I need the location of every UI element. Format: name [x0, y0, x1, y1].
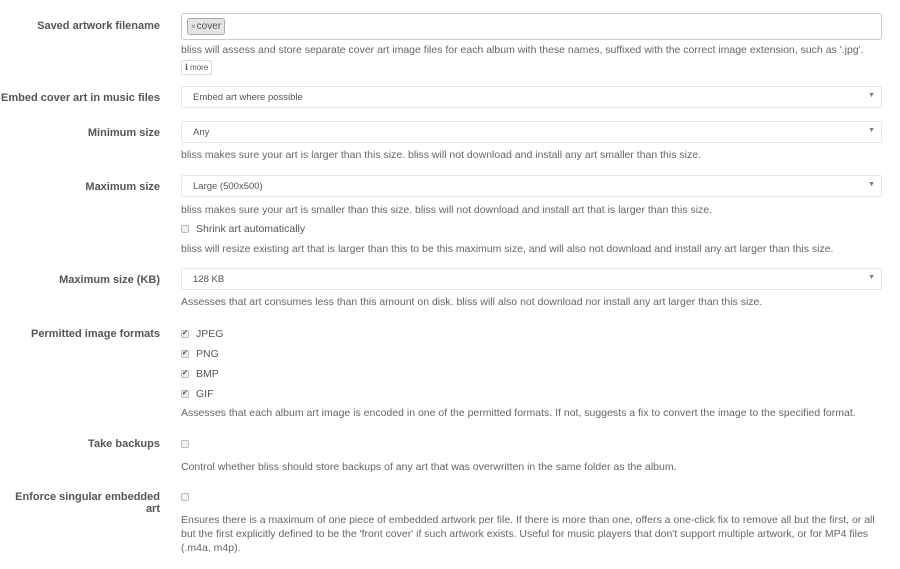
format-jpeg-label[interactable]: JPEG: [196, 328, 223, 340]
info-icon: i: [185, 62, 189, 72]
more-button[interactable]: i more: [181, 60, 213, 75]
formats-help: Assesses that each album art image is en…: [181, 407, 856, 419]
max-size-select-value: Large (500x500): [193, 181, 263, 192]
singular-help: Ensures there is a maximum of one piece …: [181, 514, 875, 554]
formats-label: Permitted image formats: [31, 328, 160, 340]
embed-select[interactable]: Embed art where possible ▼: [181, 86, 882, 108]
chevron-down-icon: ▼: [868, 181, 875, 188]
format-gif-label[interactable]: GIF: [196, 388, 214, 400]
min-size-select[interactable]: Any ▼: [181, 121, 882, 143]
format-gif-checkbox[interactable]: [181, 389, 189, 398]
filename-tag-text: cover: [196, 21, 222, 32]
shrink-art-label[interactable]: Shrink art automatically: [196, 223, 305, 235]
min-size-label: Minimum size: [87, 127, 160, 139]
format-png-checkbox[interactable]: [181, 349, 189, 358]
max-kb-label: Maximum size (KB): [59, 274, 160, 286]
chevron-down-icon: ▼: [868, 92, 875, 99]
chevron-down-icon: ▼: [868, 127, 875, 134]
saved-artwork-label: Saved artwork filename: [37, 20, 160, 32]
min-size-select-value: Any: [193, 127, 210, 138]
saved-artwork-help: bliss will assess and store separate cov…: [181, 44, 864, 56]
format-jpeg-checkbox[interactable]: [181, 329, 189, 338]
max-kb-select-value: 128 KB: [193, 274, 225, 285]
saved-artwork-filename-input[interactable]: ×cover: [181, 13, 882, 40]
backups-checkbox[interactable]: [181, 440, 189, 448]
format-png-label[interactable]: PNG: [196, 348, 219, 360]
embed-label: Embed cover art in music files: [1, 92, 160, 104]
singular-label: Enforce singular embedded art: [15, 491, 160, 515]
more-label: more: [190, 63, 209, 72]
embed-select-value: Embed art where possible: [193, 92, 303, 103]
max-size-select[interactable]: Large (500x500) ▼: [181, 175, 882, 197]
remove-tag-icon[interactable]: ×: [191, 22, 196, 31]
filename-tag: ×cover: [187, 18, 226, 35]
max-size-label: Maximum size: [85, 181, 160, 193]
max-size-help: bliss makes sure your art is smaller tha…: [181, 204, 713, 216]
shrink-art-checkbox[interactable]: [181, 225, 189, 233]
shrink-art-help: bliss will resize existing art that is l…: [181, 243, 834, 255]
max-kb-help: Assesses that art consumes less than thi…: [181, 296, 763, 308]
singular-checkbox[interactable]: [181, 493, 189, 501]
chevron-down-icon: ▼: [868, 274, 875, 281]
format-bmp-checkbox[interactable]: [181, 369, 189, 378]
min-size-help: bliss makes sure your art is larger than…: [181, 149, 701, 161]
format-bmp-label[interactable]: BMP: [196, 368, 219, 380]
max-kb-select[interactable]: 128 KB ▼: [181, 268, 882, 290]
backups-label: Take backups: [88, 438, 160, 450]
backups-help: Control whether bliss should store backu…: [181, 461, 677, 473]
